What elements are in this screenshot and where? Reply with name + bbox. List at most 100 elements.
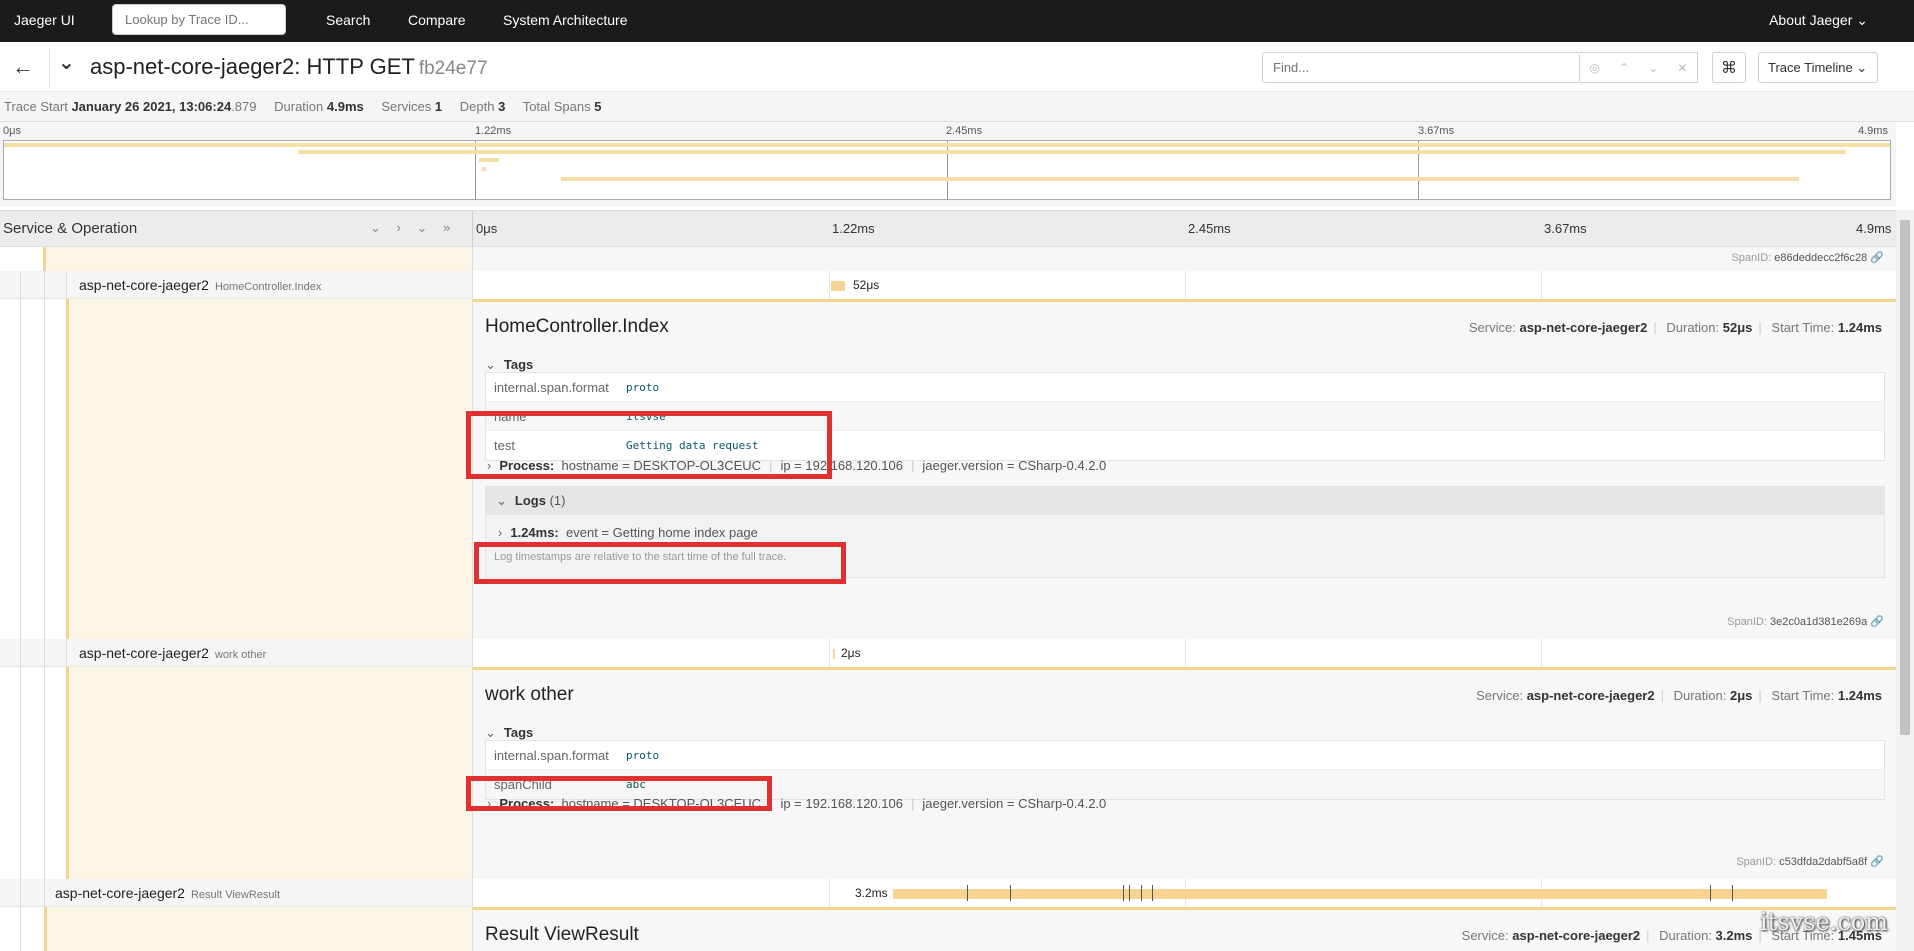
next-match-icon[interactable]: ⌄	[1648, 61, 1658, 75]
timeline-tick: 1.22ms	[832, 221, 875, 236]
keyboard-shortcuts-icon[interactable]: ⌘	[1712, 52, 1746, 83]
detail-left-fill	[69, 299, 472, 639]
span-detail-previous: SpanID: e86deddecc2f6c28 🔗	[472, 247, 1896, 271]
detail-left-fill	[46, 247, 472, 271]
span-id-value: c53dfda2dabf5a8f	[1779, 856, 1868, 868]
log-marker	[1129, 885, 1130, 901]
tags-toggle[interactable]: ⌄ Tags	[485, 357, 533, 373]
tree-guide	[66, 271, 67, 299]
span-rows: SpanID: e86deddecc2f6c28 🔗 asp-net-core-…	[0, 247, 1896, 951]
span-service[interactable]: asp-net-core-jaeger2 HomeController.Index	[79, 277, 321, 293]
tree-guide	[20, 907, 21, 951]
span-row-work-other[interactable]: asp-net-core-jaeger2 work other 2μs	[0, 639, 1896, 667]
gridline	[1541, 639, 1542, 667]
nav-search[interactable]: Search	[326, 12, 370, 28]
chevron-down-icon: ⌄	[485, 357, 496, 372]
scrollbar-thumb[interactable]	[1900, 220, 1910, 735]
span-id-value: e86deddecc2f6c28	[1774, 252, 1868, 264]
operation-name: HomeController.Index	[214, 281, 322, 293]
log-entry[interactable]: › 1.24ms: event = Getting home index page	[498, 525, 758, 540]
top-nav: Jaeger UI Search Compare System Architec…	[0, 0, 1914, 42]
minimap-tick: 4.9ms	[1858, 125, 1888, 137]
log-marker	[1010, 885, 1011, 901]
timeline-header: Service & Operation ⌄ › ⌄ » 0μs 1.22ms 2…	[0, 210, 1896, 248]
span-id-value: 3e2c0a1d381e269a	[1769, 616, 1868, 628]
tree-guide	[44, 299, 45, 639]
meta-service: asp-net-core-jaeger2	[1526, 688, 1655, 703]
link-icon[interactable]: 🔗	[1870, 252, 1884, 264]
span-service[interactable]: asp-net-core-jaeger2 Result ViewResult	[55, 885, 280, 901]
about-jaeger-menu[interactable]: About Jaeger ⌄	[1769, 12, 1868, 29]
minimap-span-bar	[298, 150, 1846, 154]
span-duration-label: 2μs	[841, 646, 861, 660]
trace-minimap[interactable]: 0μs 1.22ms 2.45ms 3.67ms 4.9ms	[0, 122, 1896, 206]
log-marker	[1710, 885, 1711, 901]
prev-match-icon[interactable]: ⌃	[1619, 61, 1629, 75]
detail-left-pad	[0, 667, 472, 879]
link-icon[interactable]: 🔗	[1870, 616, 1884, 628]
minimap-span-bar	[561, 177, 1799, 181]
span-detail-title: Result ViewResult	[485, 924, 639, 945]
nav-compare[interactable]: Compare	[408, 12, 466, 28]
tag-key: internal.span.format	[494, 379, 609, 395]
column-divider[interactable]	[472, 211, 473, 248]
log-marker	[1123, 885, 1124, 901]
minimap-span-bar	[4, 143, 1890, 147]
process-jaeger-version: jaeger.version = CSharp-0.4.2.0	[922, 458, 1107, 473]
tag-row: internal.span.format proto	[486, 741, 1884, 770]
brand-link[interactable]: Jaeger UI	[14, 12, 75, 28]
timeline-tick: 3.67ms	[1544, 221, 1587, 236]
tree-guide	[66, 639, 67, 667]
lookup-trace-input[interactable]	[112, 4, 286, 35]
clear-search-icon[interactable]: ✕	[1677, 61, 1687, 75]
span-duration-label: 3.2ms	[855, 886, 888, 900]
gridline	[829, 879, 830, 907]
meta-start: 1.24ms	[1837, 320, 1882, 335]
span-id[interactable]: SpanID: 3e2c0a1d381e269a 🔗	[1727, 615, 1884, 628]
trace-title-bar: ← ⌄ asp-net-core-jaeger2: HTTP GET fb24e7…	[0, 42, 1914, 92]
link-icon[interactable]: 🔗	[1870, 856, 1884, 868]
total-spans-label: Total Spans	[522, 99, 591, 114]
span-timeline-cell[interactable]: 52μs	[472, 271, 1896, 299]
meta-duration: 3.2ms	[1715, 928, 1753, 943]
find-nav-buttons: ◎ ⌃ ⌄ ✕	[1580, 52, 1698, 83]
span-bar	[833, 649, 835, 659]
gridline	[829, 639, 830, 667]
find-input[interactable]	[1262, 52, 1580, 83]
meta-service-label: Service:	[1476, 688, 1524, 703]
locate-icon[interactable]: ◎	[1590, 61, 1600, 75]
detail-left-fill	[47, 907, 472, 951]
tag-key: internal.span.format	[494, 747, 609, 763]
span-id[interactable]: SpanID: c53dfda2dabf5a8f 🔗	[1736, 855, 1884, 868]
nav-system-architecture[interactable]: System Architecture	[503, 12, 628, 28]
annotation-highlight-box	[466, 776, 772, 811]
span-id-label: SpanID:	[1731, 252, 1772, 264]
timeline-tick: 4.9ms	[1856, 221, 1892, 236]
operation-name: work other	[214, 649, 267, 661]
services-label: Services	[381, 99, 432, 114]
span-timeline-cell[interactable]: 3.2ms	[472, 879, 1896, 907]
span-id-label: SpanID:	[1736, 856, 1777, 868]
minimap-tick: 2.45ms	[946, 125, 983, 137]
meta-service-label: Service:	[1468, 320, 1516, 335]
span-row-home-index[interactable]: asp-net-core-jaeger2 HomeController.Index…	[0, 271, 1896, 299]
minimap-canvas[interactable]	[3, 140, 1891, 200]
process-ip: ip = 192.168.120.106	[780, 796, 903, 811]
meta-service: asp-net-core-jaeger2	[1512, 928, 1641, 943]
span-row-result-viewresult[interactable]: asp-net-core-jaeger2 Result ViewResult 3.…	[0, 879, 1896, 907]
tree-guide	[20, 271, 21, 299]
service-name: asp-net-core-jaeger2	[55, 885, 185, 901]
span-timeline-cell[interactable]: 2μs	[472, 639, 1896, 667]
span-duration-label: 52μs	[853, 278, 880, 292]
span-id[interactable]: SpanID: e86deddecc2f6c28 🔗	[1731, 251, 1884, 264]
collapse-chevron-icon[interactable]: ⌄	[58, 50, 75, 75]
logs-toggle[interactable]: ⌄ Logs (1)	[486, 487, 1884, 515]
tag-value: proto	[626, 748, 660, 762]
tree-guide	[44, 639, 45, 667]
tags-toggle[interactable]: ⌄ Tags	[485, 725, 533, 741]
expand-collapse-controls[interactable]: ⌄ › ⌄ »	[370, 220, 456, 236]
back-arrow-icon[interactable]: ←	[12, 54, 34, 80]
view-select[interactable]: Trace Timeline ⌄	[1758, 52, 1878, 83]
minimap-tick: 0μs	[3, 125, 21, 137]
span-service[interactable]: asp-net-core-jaeger2 work other	[79, 645, 266, 661]
